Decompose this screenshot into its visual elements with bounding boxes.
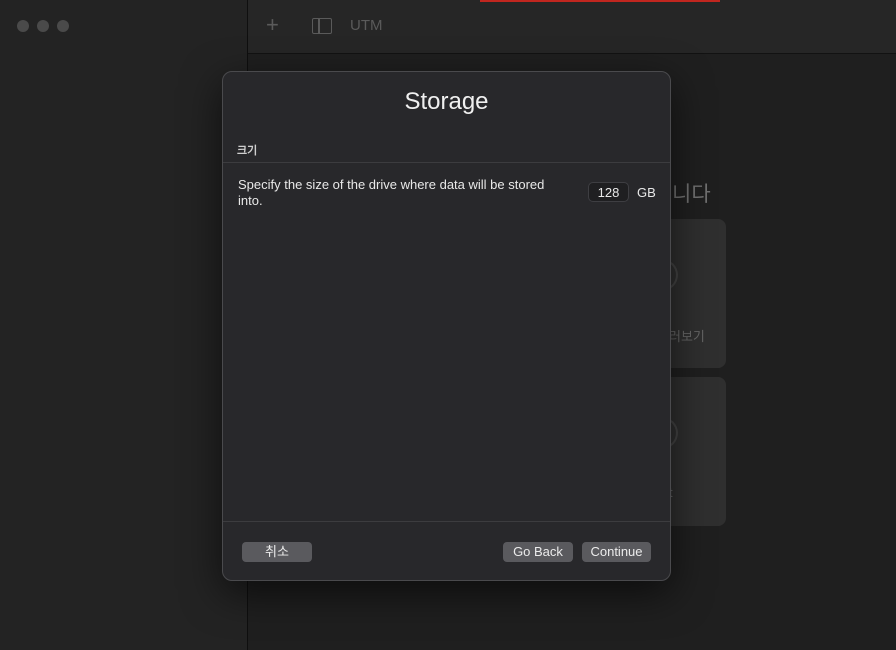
continue-button[interactable]: Continue [582,542,651,562]
size-unit: GB [637,185,656,200]
progress-stripe [480,0,720,2]
utm-window: + UTM 니다 러보기 t Storage 크기 Specify the si… [0,0,896,650]
size-section-label: 크기 [237,145,258,157]
divider [223,521,670,522]
add-vm-icon[interactable]: + [266,14,279,36]
divider [223,162,670,163]
storage-dialog: Storage 크기 Specify the size of the drive… [222,71,671,581]
app-title: UTM [350,17,383,34]
close-window-icon[interactable] [17,20,29,32]
sidebar-toggle-icon[interactable] [312,18,332,34]
toolbar: + UTM [248,0,896,54]
cancel-button[interactable]: 취소 [242,542,312,562]
size-input[interactable] [588,182,629,202]
card-label: 러보기 [669,329,705,344]
go-back-button[interactable]: Go Back [503,542,573,562]
welcome-heading-fragment: 니다 [672,183,711,206]
sidebar [0,0,248,650]
size-description: Specify the size of the drive where data… [238,177,545,208]
dialog-title: Storage [404,88,489,115]
zoom-window-icon[interactable] [57,20,69,32]
minimize-window-icon[interactable] [37,20,49,32]
window-controls [17,20,69,32]
